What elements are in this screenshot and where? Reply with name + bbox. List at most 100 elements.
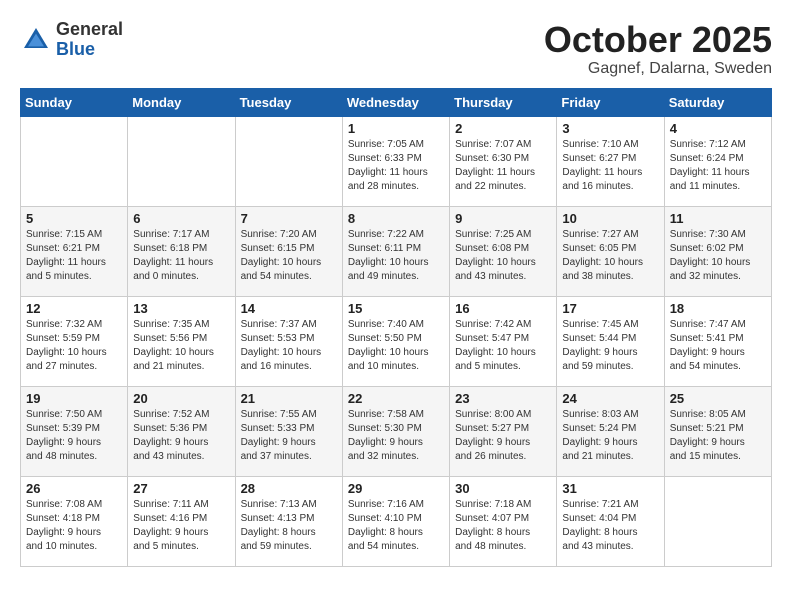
day-info: Sunrise: 7:45 AM Sunset: 5:44 PM Dayligh… — [562, 318, 658, 374]
day-number: 11 — [670, 211, 766, 226]
logo: General Blue — [20, 20, 123, 60]
calendar-cell: 1 Sunrise: 7:05 AM Sunset: 6:33 PM Daylig… — [342, 116, 449, 206]
day-number: 27 — [133, 481, 229, 496]
calendar-cell: 18 Sunrise: 7:47 AM Sunset: 5:41 PM Dayli… — [664, 296, 771, 386]
day-info: Sunrise: 7:32 AM Sunset: 5:59 PM Dayligh… — [26, 318, 122, 374]
calendar-cell: 31 Sunrise: 7:21 AM Sunset: 4:04 PM Dayli… — [557, 476, 664, 566]
day-info: Sunrise: 8:05 AM Sunset: 5:21 PM Dayligh… — [670, 408, 766, 464]
page-header: General Blue October 2025 Gagnef, Dalarn… — [20, 20, 772, 78]
day-number: 9 — [455, 211, 551, 226]
week-row-3: 12Sunrise: 7:32 AM Sunset: 5:59 PM Dayli… — [21, 296, 772, 386]
week-row-5: 26Sunrise: 7:08 AM Sunset: 4:18 PM Dayli… — [21, 476, 772, 566]
calendar-cell: 21 Sunrise: 7:55 AM Sunset: 5:33 PM Dayli… — [235, 386, 342, 476]
day-number: 3 — [562, 121, 658, 136]
day-number: 13 — [133, 301, 229, 316]
day-info: Sunrise: 7:30 AM Sunset: 6:02 PM Dayligh… — [670, 228, 766, 284]
calendar-cell: 7Sunrise: 7:20 AM Sunset: 6:15 PM Daylig… — [235, 206, 342, 296]
calendar-cell: 25 Sunrise: 8:05 AM Sunset: 5:21 PM Dayli… — [664, 386, 771, 476]
calendar-cell: 13Sunrise: 7:35 AM Sunset: 5:56 PM Dayli… — [128, 296, 235, 386]
day-number: 25 — [670, 391, 766, 406]
weekday-header-friday: Friday — [557, 88, 664, 116]
weekday-header-tuesday: Tuesday — [235, 88, 342, 116]
day-number: 19 — [26, 391, 122, 406]
day-number: 20 — [133, 391, 229, 406]
calendar-cell — [21, 116, 128, 206]
day-number: 6 — [133, 211, 229, 226]
day-number: 8 — [348, 211, 444, 226]
day-info: Sunrise: 7:05 AM Sunset: 6:33 PM Dayligh… — [348, 138, 444, 194]
day-info: Sunrise: 7:40 AM Sunset: 5:50 PM Dayligh… — [348, 318, 444, 374]
week-row-4: 19 Sunrise: 7:50 AM Sunset: 5:39 PM Dayli… — [21, 386, 772, 476]
day-info: Sunrise: 7:11 AM Sunset: 4:16 PM Dayligh… — [133, 498, 229, 554]
location-subtitle: Gagnef, Dalarna, Sweden — [544, 60, 772, 78]
day-info: Sunrise: 7:22 AM Sunset: 6:11 PM Dayligh… — [348, 228, 444, 284]
calendar-cell: 5 Sunrise: 7:15 AM Sunset: 6:21 PM Daylig… — [21, 206, 128, 296]
calendar-table: SundayMondayTuesdayWednesdayThursdayFrid… — [20, 88, 772, 567]
day-number: 2 — [455, 121, 551, 136]
day-number: 15 — [348, 301, 444, 316]
day-number: 18 — [670, 301, 766, 316]
calendar-cell: 22 Sunrise: 7:58 AM Sunset: 5:30 PM Dayli… — [342, 386, 449, 476]
day-number: 14 — [241, 301, 337, 316]
calendar-cell — [128, 116, 235, 206]
day-info: Sunrise: 7:13 AM Sunset: 4:13 PM Dayligh… — [241, 498, 337, 554]
day-number: 29 — [348, 481, 444, 496]
day-info: Sunrise: 7:58 AM Sunset: 5:30 PM Dayligh… — [348, 408, 444, 464]
day-number: 5 — [26, 211, 122, 226]
day-number: 21 — [241, 391, 337, 406]
day-info: Sunrise: 7:25 AM Sunset: 6:08 PM Dayligh… — [455, 228, 551, 284]
week-row-2: 5 Sunrise: 7:15 AM Sunset: 6:21 PM Daylig… — [21, 206, 772, 296]
day-number: 4 — [670, 121, 766, 136]
weekday-header-sunday: Sunday — [21, 88, 128, 116]
day-number: 24 — [562, 391, 658, 406]
day-info: Sunrise: 7:55 AM Sunset: 5:33 PM Dayligh… — [241, 408, 337, 464]
day-info: Sunrise: 7:20 AM Sunset: 6:15 PM Dayligh… — [241, 228, 337, 284]
day-info: Sunrise: 7:50 AM Sunset: 5:39 PM Dayligh… — [26, 408, 122, 464]
day-info: Sunrise: 7:47 AM Sunset: 5:41 PM Dayligh… — [670, 318, 766, 374]
calendar-cell: 2 Sunrise: 7:07 AM Sunset: 6:30 PM Daylig… — [450, 116, 557, 206]
day-info: Sunrise: 7:42 AM Sunset: 5:47 PM Dayligh… — [455, 318, 551, 374]
calendar-cell: 26Sunrise: 7:08 AM Sunset: 4:18 PM Dayli… — [21, 476, 128, 566]
calendar-cell: 19 Sunrise: 7:50 AM Sunset: 5:39 PM Dayli… — [21, 386, 128, 476]
calendar-cell: 4Sunrise: 7:12 AM Sunset: 6:24 PM Daylig… — [664, 116, 771, 206]
day-info: Sunrise: 7:15 AM Sunset: 6:21 PM Dayligh… — [26, 228, 122, 284]
day-info: Sunrise: 7:27 AM Sunset: 6:05 PM Dayligh… — [562, 228, 658, 284]
weekday-header-wednesday: Wednesday — [342, 88, 449, 116]
calendar-cell: 24 Sunrise: 8:03 AM Sunset: 5:24 PM Dayli… — [557, 386, 664, 476]
day-number: 22 — [348, 391, 444, 406]
calendar-cell: 9 Sunrise: 7:25 AM Sunset: 6:08 PM Daylig… — [450, 206, 557, 296]
calendar-cell: 14 Sunrise: 7:37 AM Sunset: 5:53 PM Dayli… — [235, 296, 342, 386]
day-info: Sunrise: 7:16 AM Sunset: 4:10 PM Dayligh… — [348, 498, 444, 554]
calendar-cell: 27 Sunrise: 7:11 AM Sunset: 4:16 PM Dayli… — [128, 476, 235, 566]
calendar-cell — [664, 476, 771, 566]
day-number: 31 — [562, 481, 658, 496]
calendar-cell: 15 Sunrise: 7:40 AM Sunset: 5:50 PM Dayli… — [342, 296, 449, 386]
calendar-cell — [235, 116, 342, 206]
logo-icon — [20, 24, 52, 56]
calendar-cell: 12Sunrise: 7:32 AM Sunset: 5:59 PM Dayli… — [21, 296, 128, 386]
day-number: 1 — [348, 121, 444, 136]
calendar-cell: 11 Sunrise: 7:30 AM Sunset: 6:02 PM Dayli… — [664, 206, 771, 296]
calendar-cell: 8 Sunrise: 7:22 AM Sunset: 6:11 PM Daylig… — [342, 206, 449, 296]
day-info: Sunrise: 8:03 AM Sunset: 5:24 PM Dayligh… — [562, 408, 658, 464]
day-number: 17 — [562, 301, 658, 316]
day-info: Sunrise: 7:08 AM Sunset: 4:18 PM Dayligh… — [26, 498, 122, 554]
calendar-cell: 28Sunrise: 7:13 AM Sunset: 4:13 PM Dayli… — [235, 476, 342, 566]
day-info: Sunrise: 7:17 AM Sunset: 6:18 PM Dayligh… — [133, 228, 229, 284]
calendar-cell: 20 Sunrise: 7:52 AM Sunset: 5:36 PM Dayli… — [128, 386, 235, 476]
day-info: Sunrise: 7:37 AM Sunset: 5:53 PM Dayligh… — [241, 318, 337, 374]
week-row-1: 1 Sunrise: 7:05 AM Sunset: 6:33 PM Daylig… — [21, 116, 772, 206]
weekday-header-monday: Monday — [128, 88, 235, 116]
weekday-header-row: SundayMondayTuesdayWednesdayThursdayFrid… — [21, 88, 772, 116]
day-number: 16 — [455, 301, 551, 316]
day-info: Sunrise: 7:52 AM Sunset: 5:36 PM Dayligh… — [133, 408, 229, 464]
day-number: 10 — [562, 211, 658, 226]
day-info: Sunrise: 8:00 AM Sunset: 5:27 PM Dayligh… — [455, 408, 551, 464]
weekday-header-thursday: Thursday — [450, 88, 557, 116]
day-info: Sunrise: 7:10 AM Sunset: 6:27 PM Dayligh… — [562, 138, 658, 194]
calendar-cell: 16 Sunrise: 7:42 AM Sunset: 5:47 PM Dayli… — [450, 296, 557, 386]
day-number: 30 — [455, 481, 551, 496]
day-info: Sunrise: 7:07 AM Sunset: 6:30 PM Dayligh… — [455, 138, 551, 194]
logo-text: General Blue — [56, 20, 123, 60]
day-info: Sunrise: 7:21 AM Sunset: 4:04 PM Dayligh… — [562, 498, 658, 554]
